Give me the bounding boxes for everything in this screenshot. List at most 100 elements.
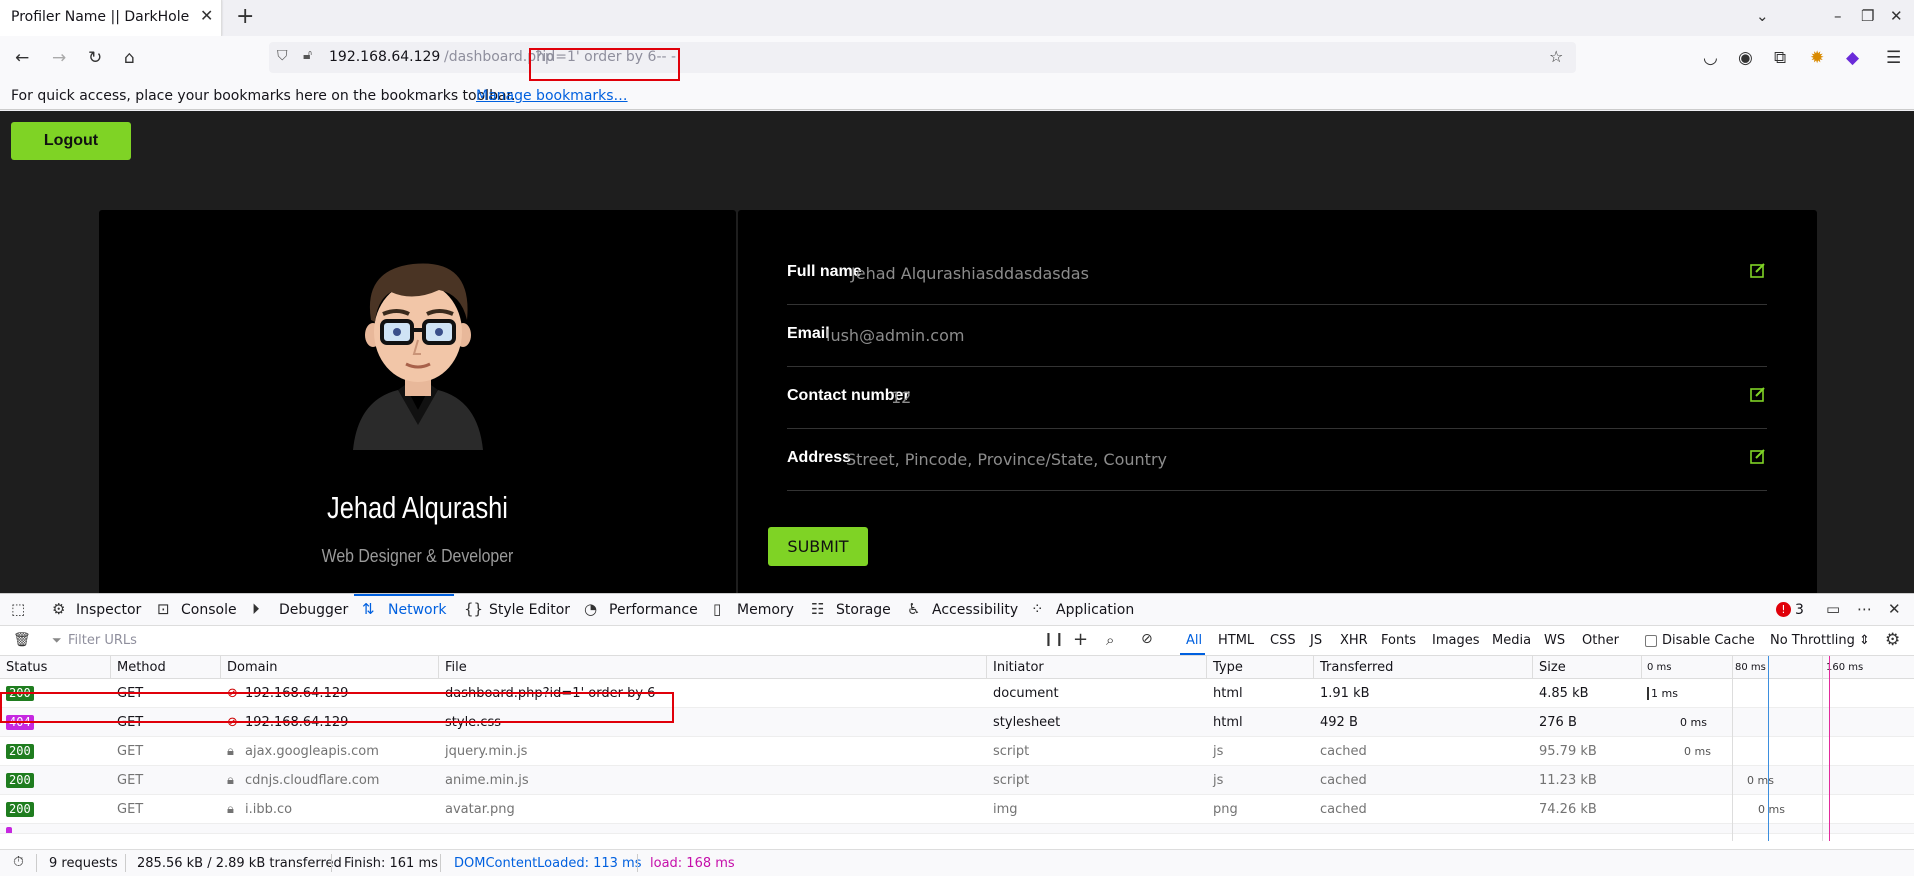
close-devtools-icon[interactable]: ✕	[1888, 600, 1901, 618]
stopwatch-icon[interactable]: ⏱	[13, 854, 24, 870]
filter-xhr[interactable]: XHR	[1340, 633, 1368, 648]
tab-console[interactable]: Console	[181, 602, 237, 618]
edit-icon[interactable]	[1749, 385, 1767, 403]
col-transferred[interactable]: Transferred	[1320, 660, 1393, 675]
tab-network[interactable]: Network	[388, 602, 446, 618]
block-icon[interactable]: ⊘	[1141, 631, 1153, 647]
col-file[interactable]: File	[445, 660, 467, 675]
tab-memory[interactable]: Memory	[737, 602, 794, 618]
minimize-icon[interactable]: –	[1834, 7, 1842, 25]
tab-debugger[interactable]: Debugger	[279, 602, 348, 618]
error-icon[interactable]: !	[1776, 602, 1791, 617]
table-row[interactable]: 200 GET 🔒︎ cdnjs.cloudflare.com anime.mi…	[0, 766, 1914, 795]
column-divider[interactable]	[1532, 656, 1533, 679]
filter-all[interactable]: All	[1186, 633, 1202, 648]
account-icon[interactable]: ◉	[1738, 48, 1753, 68]
tab-list-icon[interactable]: ⌄	[1756, 7, 1769, 25]
bookmark-star-icon[interactable]: ☆	[1549, 47, 1563, 66]
column-divider[interactable]	[1313, 656, 1314, 679]
throttling-select[interactable]: No Throttling ⇕	[1770, 633, 1870, 648]
pause-icon[interactable]: ❙❙	[1043, 632, 1065, 647]
tab-storage[interactable]: Storage	[836, 602, 891, 618]
insecure-lock-icon[interactable]: 🔓︎	[303, 47, 312, 63]
element-picker-icon[interactable]: ⬚	[11, 600, 25, 618]
settings-gear-icon[interactable]: ⚙	[1885, 630, 1900, 650]
menu-icon[interactable]: ☰	[1886, 48, 1901, 68]
restore-icon[interactable]: ❐	[1861, 7, 1874, 25]
tab-application[interactable]: Application	[1056, 602, 1134, 618]
col-initiator[interactable]: Initiator	[993, 660, 1044, 675]
email-input[interactable]: lush@admin.com	[826, 326, 964, 345]
tab-title: Profiler Name || DarkHole	[11, 9, 190, 25]
tab-performance[interactable]: Performance	[609, 602, 698, 618]
filter-css[interactable]: CSS	[1270, 633, 1296, 648]
filter-js[interactable]: JS	[1310, 633, 1322, 648]
reload-icon[interactable]: ↻	[88, 48, 102, 68]
debugger-icon: ⏵	[252, 600, 260, 618]
table-row[interactable]	[0, 824, 1914, 834]
url-bar[interactable]: ⛉ 🔓︎ 192.168.64.129 /dashboard.php ?id=1…	[269, 42, 1576, 73]
close-tab-icon[interactable]: ✕	[200, 6, 213, 25]
tab-accessibility[interactable]: Accessibility	[932, 602, 1018, 618]
column-divider[interactable]	[220, 656, 221, 679]
extensions-icon[interactable]: ⧉	[1774, 48, 1786, 68]
table-row[interactable]: 200 GET 🔒︎ ajax.googleapis.com jquery.mi…	[0, 737, 1914, 766]
more-options-icon[interactable]: ⋯	[1857, 600, 1872, 618]
contact-number-input[interactable]: 12	[891, 388, 911, 407]
browser-tab[interactable]: Profiler Name || DarkHole ✕	[0, 0, 222, 36]
row-initiator[interactable]: script	[993, 773, 1029, 788]
column-divider[interactable]	[1206, 656, 1207, 679]
filter-html[interactable]: HTML	[1218, 633, 1254, 648]
col-status[interactable]: Status	[6, 660, 47, 675]
accessibility-icon: ♿︎	[907, 600, 921, 618]
dock-icon[interactable]: ▭	[1826, 600, 1840, 618]
new-tab-icon[interactable]: +	[236, 4, 254, 29]
load-marker	[1829, 656, 1830, 841]
filter-other[interactable]: Other	[1582, 633, 1619, 648]
submit-button[interactable]: SUBMIT	[768, 527, 868, 566]
filter-fonts[interactable]: Fonts	[1381, 633, 1416, 648]
col-domain[interactable]: Domain	[227, 660, 277, 675]
divider	[637, 854, 638, 872]
tab-strip: Profiler Name || DarkHole ✕ + ⌄ – ❐ ✕	[0, 0, 1914, 36]
col-method[interactable]: Method	[117, 660, 166, 675]
forward-icon[interactable]: →	[52, 48, 66, 68]
disable-cache-checkbox[interactable]	[1645, 635, 1657, 647]
manage-bookmarks-link[interactable]: Manage bookmarks…	[476, 88, 628, 104]
col-type[interactable]: Type	[1213, 660, 1243, 675]
address-input[interactable]: Street, Pincode, Province/State, Country	[846, 450, 1167, 469]
trash-icon[interactable]: 🗑︎	[13, 632, 31, 648]
filter-media[interactable]: Media	[1492, 633, 1531, 648]
row-transferred: cached	[1320, 744, 1367, 759]
error-count[interactable]: 3	[1795, 602, 1804, 618]
home-icon[interactable]: ⌂	[124, 48, 135, 68]
edit-icon[interactable]	[1749, 261, 1767, 279]
column-divider[interactable]	[1641, 656, 1642, 679]
filter-ws[interactable]: WS	[1544, 633, 1565, 648]
foxyproxy-icon[interactable]: ✹	[1810, 48, 1824, 68]
column-divider[interactable]	[986, 656, 987, 679]
logout-button[interactable]: Logout	[11, 122, 131, 160]
filter-images[interactable]: Images	[1432, 633, 1480, 648]
edit-icon[interactable]	[1749, 447, 1767, 465]
search-icon[interactable]: ⌕	[1106, 631, 1114, 649]
col-size[interactable]: Size	[1539, 660, 1566, 675]
back-icon[interactable]: ←	[15, 48, 29, 68]
pocket-icon[interactable]: ◡	[1703, 48, 1718, 68]
filter-urls-input[interactable]: Filter URLs	[68, 633, 137, 648]
full-name-input[interactable]: Jehad Alqurashiasddasdasdas	[851, 264, 1089, 283]
row-initiator[interactable]: document	[993, 686, 1059, 701]
row-initiator[interactable]: img	[993, 802, 1018, 817]
column-divider[interactable]	[438, 656, 439, 679]
shield-icon[interactable]: ⛉	[277, 48, 288, 64]
tab-style-editor[interactable]: Style Editor	[489, 602, 570, 618]
storage-icon: ☷	[811, 600, 825, 618]
table-row[interactable]: 200 GET 🔒︎ i.ibb.co avatar.png img png c…	[0, 795, 1914, 824]
window-close-icon[interactable]: ✕	[1890, 7, 1903, 25]
row-initiator[interactable]: script	[993, 744, 1029, 759]
tab-inspector[interactable]: Inspector	[76, 602, 141, 618]
addon-icon[interactable]: ◆	[1846, 48, 1859, 68]
row-initiator[interactable]: stylesheet	[993, 715, 1060, 730]
column-divider[interactable]	[110, 656, 111, 679]
add-icon[interactable]: +	[1073, 629, 1088, 650]
